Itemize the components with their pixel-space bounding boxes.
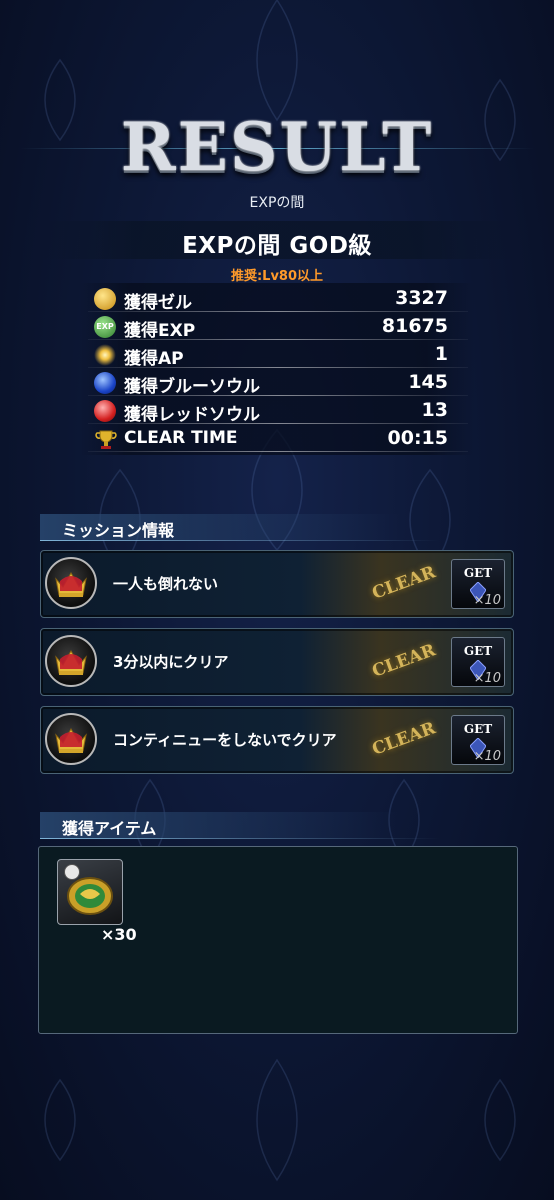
- reward-value: 1: [434, 343, 448, 365]
- reward-row-ap: 獲得AP 1: [94, 342, 454, 369]
- item-slot[interactable]: ×30: [57, 859, 137, 944]
- section-title: 獲得アイテム: [62, 819, 157, 838]
- get-label: GET: [463, 566, 493, 580]
- reward-label: 獲得EXP: [124, 321, 196, 341]
- reward-value: 145: [408, 371, 448, 393]
- red-soul-icon: [94, 400, 116, 422]
- items-section-header: 獲得アイテム: [40, 812, 400, 838]
- crown-medal-icon: [45, 713, 97, 765]
- item-frame: [57, 859, 123, 925]
- mission-text: 3分以内にクリア: [113, 653, 229, 671]
- row-divider: [88, 339, 468, 340]
- section-divider: [40, 540, 440, 541]
- reward-row-blue-soul: 獲得ブルーソウル 145: [94, 370, 454, 397]
- reward-count: ×10: [473, 671, 501, 686]
- reward-count: ×10: [473, 593, 501, 608]
- clear-stamp: CLEAR: [369, 562, 439, 604]
- get-reward-button[interactable]: GET ×10: [451, 559, 505, 609]
- stage-name: EXPの間 GOD級: [182, 233, 372, 259]
- reward-value: 13: [421, 399, 448, 421]
- row-divider: [88, 451, 468, 452]
- gold-coin-icon: [94, 288, 116, 310]
- mission-item[interactable]: コンティニューをしないでクリア CLEAR GET ×10: [40, 706, 514, 774]
- reward-label: 獲得ブルーソウル: [124, 377, 260, 397]
- item-badge-icon: [64, 864, 80, 880]
- reward-label: 獲得ゼル: [124, 293, 192, 313]
- obtained-items-panel: ×30: [38, 846, 518, 1034]
- mission-text: 一人も倒れない: [113, 575, 219, 593]
- reward-row-red-soul: 獲得レッドソウル 13: [94, 398, 454, 425]
- blue-soul-icon: [94, 372, 116, 394]
- mission-text: コンティニューをしないでクリア: [113, 731, 337, 749]
- reward-count: ×10: [473, 749, 501, 764]
- missions-section-header: ミッション情報: [40, 514, 400, 540]
- clear-stamp: CLEAR: [369, 640, 439, 682]
- reward-value: 00:15: [387, 427, 448, 449]
- mission-item[interactable]: 3分以内にクリア CLEAR GET ×10: [40, 628, 514, 696]
- section-divider: [40, 838, 440, 839]
- exp-icon: EXP: [94, 316, 116, 338]
- result-title: RESULT: [120, 108, 434, 186]
- reward-label: CLEAR TIME: [124, 428, 238, 448]
- ap-star-icon: [94, 344, 116, 366]
- stage-category: EXPの間: [249, 195, 305, 211]
- reward-row-clear-time: CLEAR TIME 00:15: [94, 426, 454, 452]
- mission-item[interactable]: 一人も倒れない CLEAR GET ×10: [40, 550, 514, 618]
- get-label: GET: [463, 644, 493, 658]
- reward-label: 獲得レッドソウル: [124, 405, 260, 425]
- reward-row-exp: EXP 獲得EXP 81675: [94, 314, 454, 341]
- row-divider: [88, 367, 468, 368]
- row-divider: [88, 395, 468, 396]
- section-title: ミッション情報: [62, 521, 175, 540]
- get-reward-button[interactable]: GET ×10: [451, 715, 505, 765]
- reward-row-zel: 獲得ゼル 3327: [94, 286, 454, 313]
- reward-label: 獲得AP: [124, 349, 184, 369]
- get-reward-button[interactable]: GET ×10: [451, 637, 505, 687]
- item-count: ×30: [101, 925, 137, 944]
- get-label: GET: [463, 722, 493, 736]
- crown-medal-icon: [45, 635, 97, 687]
- crown-medal-icon: [45, 557, 97, 609]
- recommended-level: 推奨:Lv80以上: [230, 269, 324, 284]
- trophy-icon: [94, 428, 117, 450]
- reward-value: 3327: [395, 287, 448, 309]
- row-divider: [88, 311, 468, 312]
- reward-value: 81675: [381, 315, 448, 337]
- clear-stamp: CLEAR: [369, 718, 439, 760]
- row-divider: [88, 423, 468, 424]
